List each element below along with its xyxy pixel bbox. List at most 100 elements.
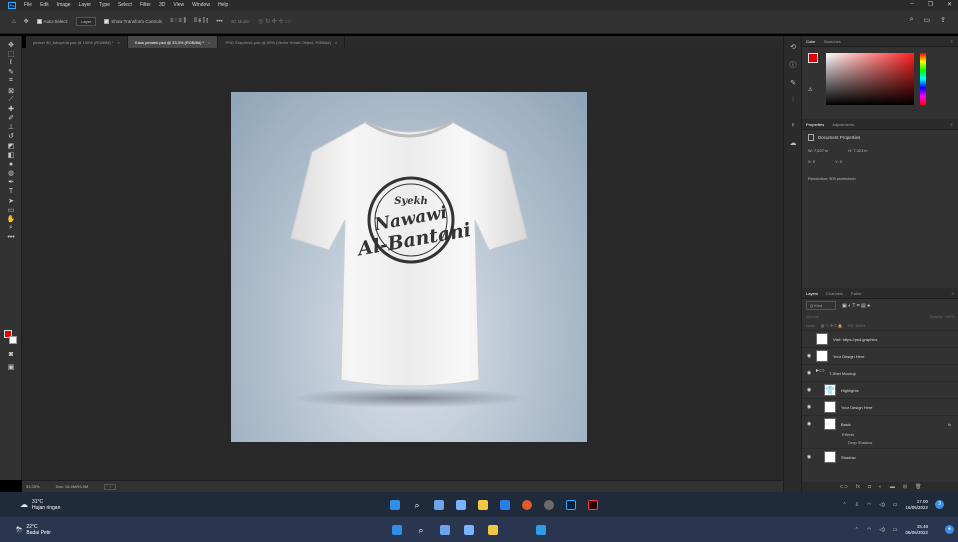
marquee-tool-icon[interactable]: ⬚ <box>0 49 22 58</box>
tab-document-2[interactable]: Kaos pendek.psd @ 33,3% (RGB/8#) * × <box>127 36 219 48</box>
battery-icon[interactable]: ▭ <box>893 527 898 533</box>
menu-type[interactable]: Type <box>99 2 110 8</box>
trash-icon[interactable]: 🗑 <box>915 484 921 490</box>
tab-adjustments[interactable]: Adjustments <box>832 122 854 127</box>
type-tool-icon[interactable]: T <box>0 187 22 196</box>
stamp-tool-icon[interactable]: ⊥ <box>0 123 22 132</box>
panel-menu-icon[interactable]: ≡ <box>951 39 953 44</box>
tab-paths[interactable]: Paths <box>851 291 861 296</box>
tab-properties[interactable]: Properties <box>806 122 824 127</box>
new-layer-icon[interactable]: ⊞ <box>903 484 907 490</box>
usb-icon[interactable]: ⇩ <box>855 502 859 508</box>
brush-settings-icon[interactable]: ✎ <box>784 76 802 90</box>
file-explorer-icon[interactable] <box>478 499 488 510</box>
minimize-icon[interactable]: – <box>910 1 913 8</box>
weather-widget[interactable]: ⛈ 22°C Badai Petir <box>16 524 51 536</box>
search-icon[interactable]: ⌕ <box>416 525 426 535</box>
hue-slider[interactable] <box>920 53 926 105</box>
dodge-tool-icon[interactable]: ◍ <box>0 169 22 178</box>
auto-select-checkbox[interactable]: Auto-Select: <box>36 19 68 25</box>
photoshop-logo-icon[interactable]: Ps <box>8 1 16 9</box>
move-tool-icon[interactable]: ✥ <box>0 40 22 49</box>
fx-badge[interactable]: fx <box>948 422 951 427</box>
distribute-icons[interactable]: ⫴ ⫵ ⫿ ⫾ <box>194 18 208 25</box>
brush-tool-icon[interactable]: ✐ <box>0 114 22 123</box>
pen-tool-icon[interactable]: ✒ <box>0 178 22 187</box>
gradient-tool-icon[interactable]: ◧ <box>0 150 22 159</box>
wifi-icon[interactable]: ◠ <box>867 502 871 508</box>
eyedropper-tool-icon[interactable]: ⟋ <box>0 95 22 104</box>
layer-row[interactable]: ◉ Shadow <box>802 448 958 465</box>
volume-icon[interactable]: ◁) <box>879 527 885 533</box>
task-view-icon[interactable] <box>440 524 450 535</box>
group-icon[interactable]: ▬ <box>890 484 895 490</box>
path-select-icon[interactable]: ➤ <box>0 196 22 205</box>
workspace-icon[interactable]: ▭ <box>924 16 931 24</box>
notification-icon[interactable]: ● <box>945 525 954 534</box>
eye-icon[interactable]: ◉ <box>802 421 816 427</box>
tab-swatches[interactable]: Swatches <box>824 39 841 44</box>
eye-icon[interactable]: ◉ <box>802 387 816 393</box>
layer-name[interactable]: Your Design Here <box>833 354 864 359</box>
layer-row[interactable]: ◉ 👕 Highlights <box>802 381 958 398</box>
history-icon[interactable]: ⟲ <box>784 40 802 54</box>
close-icon[interactable]: ✕ <box>947 1 952 8</box>
canvas-area[interactable]: Syekh Nawawi Al-Bantani <box>22 48 783 480</box>
more-icon[interactable]: ••• <box>216 19 222 25</box>
layer-name[interactable]: Visit: https://psd.graphics <box>833 337 877 342</box>
mask-icon[interactable]: ◘ <box>868 484 871 490</box>
menu-3d[interactable]: 3D <box>159 2 165 8</box>
align-icons[interactable]: ≡ ⫶ ≡ ⫼ <box>170 18 186 25</box>
blur-tool-icon[interactable]: ● <box>0 159 22 168</box>
x-field[interactable]: X: 0 <box>808 159 815 164</box>
show-transform-checkbox[interactable]: Show Transform Controls <box>104 19 162 25</box>
tab-color[interactable]: Color <box>806 39 816 44</box>
photoshop-taskbar-icon[interactable] <box>566 499 576 510</box>
link-icon[interactable]: ⊂⊃ <box>840 484 848 490</box>
battery-icon[interactable]: ▭ <box>893 502 898 508</box>
menu-layer[interactable]: Layer <box>79 2 92 8</box>
color-spectrum[interactable] <box>826 53 914 105</box>
tab-document-1[interactable]: pecker 80_lokoyeda.psd @ 100% (RGB/8#) *… <box>26 36 128 48</box>
layer-name[interactable]: Basic <box>841 422 851 427</box>
volume-icon[interactable]: ◁) <box>879 502 885 508</box>
clock[interactable]: 17.00 16/05/2022 <box>905 499 928 511</box>
eye-icon[interactable]: ◉ <box>802 454 816 460</box>
adjustment-icon[interactable]: ◐ <box>879 484 882 490</box>
zoom-level[interactable]: 33,33% <box>26 484 40 489</box>
share-icon[interactable]: ⇪ <box>940 16 946 24</box>
layer-row[interactable]: Visit: https://psd.graphics <box>802 330 958 347</box>
opacity-field[interactable]: Opacity: 100% <box>929 314 955 319</box>
chrome-icon[interactable] <box>522 499 532 510</box>
menu-window[interactable]: Window <box>192 2 210 8</box>
quick-mask-icon[interactable]: ◙ <box>0 350 22 359</box>
frame-tool-icon[interactable]: ⊠ <box>0 86 22 95</box>
zoom-tool-icon[interactable]: ⌕ <box>0 224 22 233</box>
panel-menu-icon[interactable]: ≡ <box>952 291 954 296</box>
menu-image[interactable]: Image <box>57 2 71 8</box>
store-icon[interactable] <box>500 499 510 510</box>
app-blue-icon[interactable] <box>536 524 546 535</box>
home-icon[interactable]: ⌂ <box>12 19 16 25</box>
search-icon[interactable]: ⌕ <box>910 16 914 24</box>
clock[interactable]: 15.48 06/06/2022 <box>905 524 928 536</box>
cloud-icon[interactable]: ☁ <box>784 136 802 150</box>
menu-help[interactable]: Help <box>218 2 228 8</box>
layer-name[interactable]: T-Shirt Mockup <box>829 371 856 376</box>
tab-document-3[interactable]: PSD Graphics1.psb @ 50% (Vector Smart Ob… <box>218 36 346 48</box>
notification-icon[interactable]: 3 <box>935 500 944 509</box>
layer-row[interactable]: ◉ Your Design Here <box>802 347 958 364</box>
panel-menu-icon[interactable]: ≡ <box>951 122 953 127</box>
start-icon[interactable] <box>392 524 402 535</box>
more-tools-icon[interactable]: ••• <box>0 233 22 242</box>
maximize-icon[interactable]: ❐ <box>928 1 933 8</box>
layer-name[interactable]: Highlights <box>841 388 859 393</box>
menu-filter[interactable]: Filter <box>140 2 151 8</box>
eye-icon[interactable]: ◉ <box>802 404 816 410</box>
start-icon[interactable] <box>390 499 400 510</box>
layer-row[interactable]: ◉ Your Design Here <box>802 398 958 415</box>
menu-edit[interactable]: Edit <box>40 2 49 8</box>
task-view-icon[interactable] <box>434 499 444 510</box>
status-arrow-icon[interactable]: › <box>104 483 117 490</box>
eye-icon[interactable]: ◉ <box>802 370 816 376</box>
